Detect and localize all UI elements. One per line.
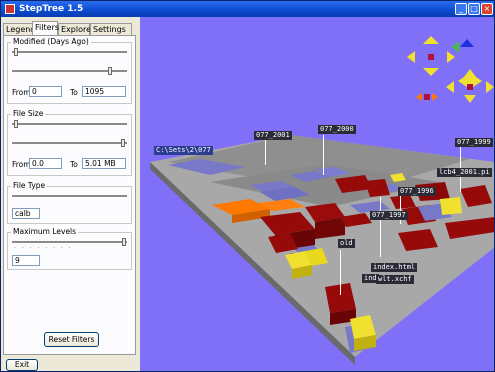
modified-label: Modified (Days Ago) [11, 37, 91, 46]
filters-tab-body: Modified (Days Ago) From 0 To 1095 File … [3, 35, 136, 355]
slider-thumb[interactable] [14, 48, 18, 56]
folder-label-2001[interactable]: 077_2001 [254, 131, 292, 140]
filesize-label: File Size [11, 109, 46, 118]
title-bar: StepTree 1.5 _ □ × [1, 1, 494, 17]
nav-up-arrow[interactable] [423, 36, 439, 44]
nav-center-icon[interactable] [428, 54, 434, 60]
window-title: StepTree 1.5 [19, 4, 84, 14]
nav-rotate-left-arrow[interactable] [446, 81, 454, 93]
filetype-group: File Type calb [7, 181, 132, 224]
slider-thumb[interactable] [121, 139, 125, 147]
maxlevels-group: Maximum Levels · · · · · · · · 9 [7, 227, 132, 270]
app-window: StepTree 1.5 _ □ × Legend Filters Explor… [0, 0, 495, 372]
tab-explore[interactable]: Explore [58, 23, 92, 35]
maxlevels-slider[interactable]: · · · · · · · · [12, 238, 127, 252]
tab-legend-label: Legend [6, 25, 36, 34]
app-icon [5, 4, 15, 14]
nav-rotate-down-arrow[interactable] [464, 95, 476, 103]
modified-to-field[interactable]: 1095 [82, 86, 126, 97]
nav-zoom-out-arrow[interactable] [416, 93, 422, 101]
filesize-min-slider[interactable] [12, 120, 127, 128]
modified-from-label: From [12, 88, 31, 97]
tab-legend[interactable]: Legend [3, 23, 36, 35]
label-leader-line [265, 140, 266, 165]
tab-settings-label: Settings [93, 25, 126, 34]
slider-thumb[interactable] [14, 120, 18, 128]
slider-track [12, 51, 127, 54]
folder-label-1997[interactable]: 077_1997 [370, 211, 408, 220]
filesize-from-label: From [12, 160, 31, 169]
file-label-lcb[interactable]: lcb4_2001.pi [437, 168, 492, 177]
nav-green-arrow[interactable] [452, 41, 459, 53]
folder-label-2000[interactable]: 077_2000 [318, 125, 356, 134]
tab-settings[interactable]: Settings [90, 23, 132, 35]
folder-label-1996[interactable]: 077_1996 [398, 187, 436, 196]
slider-track [12, 195, 127, 198]
close-icon[interactable]: × [481, 3, 493, 15]
slider-track [12, 123, 127, 126]
label-leader-line [323, 135, 324, 175]
control-panel: Legend Filters Explore Settings Modified… [3, 19, 136, 355]
tab-filters[interactable]: Filters [32, 21, 59, 35]
maxlevels-field[interactable]: 9 [12, 255, 40, 266]
maximize-icon[interactable]: □ [468, 3, 480, 15]
nav-zoom-center-icon[interactable] [424, 94, 430, 100]
slider-thumb[interactable] [108, 67, 112, 75]
minimize-icon[interactable]: _ [455, 3, 467, 15]
filesize-to-field[interactable]: 5.01 MB [82, 158, 126, 169]
modified-group: Modified (Days Ago) From 0 To 1095 [7, 37, 132, 104]
navigation-widget[interactable] [407, 36, 494, 103]
exit-button[interactable]: Exit [6, 359, 38, 371]
nav-down-arrow[interactable] [423, 68, 439, 76]
folder-label-root[interactable]: C:\Sets\2\077 [154, 146, 213, 155]
folder-label-old[interactable]: old [338, 239, 355, 248]
filesize-group: File Size From 0.0 To 5.01 MB [7, 109, 132, 176]
filetype-field[interactable]: calb [12, 208, 40, 219]
label-leader-line [380, 197, 381, 257]
label-leader-line [340, 250, 341, 295]
tab-filters-label: Filters [35, 23, 59, 32]
modified-max-slider[interactable] [12, 67, 127, 75]
modified-from-field[interactable]: 0 [29, 86, 62, 97]
slider-track [12, 142, 127, 145]
nav-rotate-center-icon[interactable] [467, 84, 473, 90]
filetype-label: File Type [11, 181, 48, 190]
filesize-from-field[interactable]: 0.0 [29, 158, 62, 169]
slider-thumb[interactable] [122, 238, 126, 246]
reset-filters-button[interactable]: Reset Filters [44, 332, 99, 347]
filetype-slider[interactable] [12, 192, 127, 200]
slider-track [12, 241, 127, 244]
folder-label-1999[interactable]: 077_1999 [455, 138, 493, 147]
filesize-max-slider[interactable] [12, 139, 127, 147]
file-label-xchf[interactable]: wlt.xchf [376, 275, 414, 284]
nav-blue-arrow[interactable] [460, 39, 474, 47]
tab-explore-label: Explore [61, 25, 92, 34]
treemap-scene [150, 36, 494, 365]
nav-rotate-right-arrow[interactable] [486, 81, 494, 93]
modified-to-label: To [70, 88, 78, 97]
slider-ticks: · · · · · · · · [14, 245, 73, 252]
file-block-yellow [440, 197, 462, 215]
nav-zoom-in-arrow[interactable] [432, 93, 438, 101]
nav-rotate-up-arrow[interactable] [464, 69, 476, 77]
tab-strip: Legend Filters Explore Settings [3, 21, 136, 35]
nav-left-arrow[interactable] [407, 51, 415, 63]
modified-min-slider[interactable] [12, 48, 127, 56]
maxlevels-label: Maximum Levels [11, 227, 79, 236]
nav-right-arrow[interactable] [447, 51, 455, 63]
file-label-index[interactable]: index.html [371, 263, 418, 272]
filesize-to-label: To [70, 160, 78, 169]
treemap-3d-view[interactable]: C:\Sets\2\077 077_2001 077_2000 077_1999… [140, 17, 494, 371]
